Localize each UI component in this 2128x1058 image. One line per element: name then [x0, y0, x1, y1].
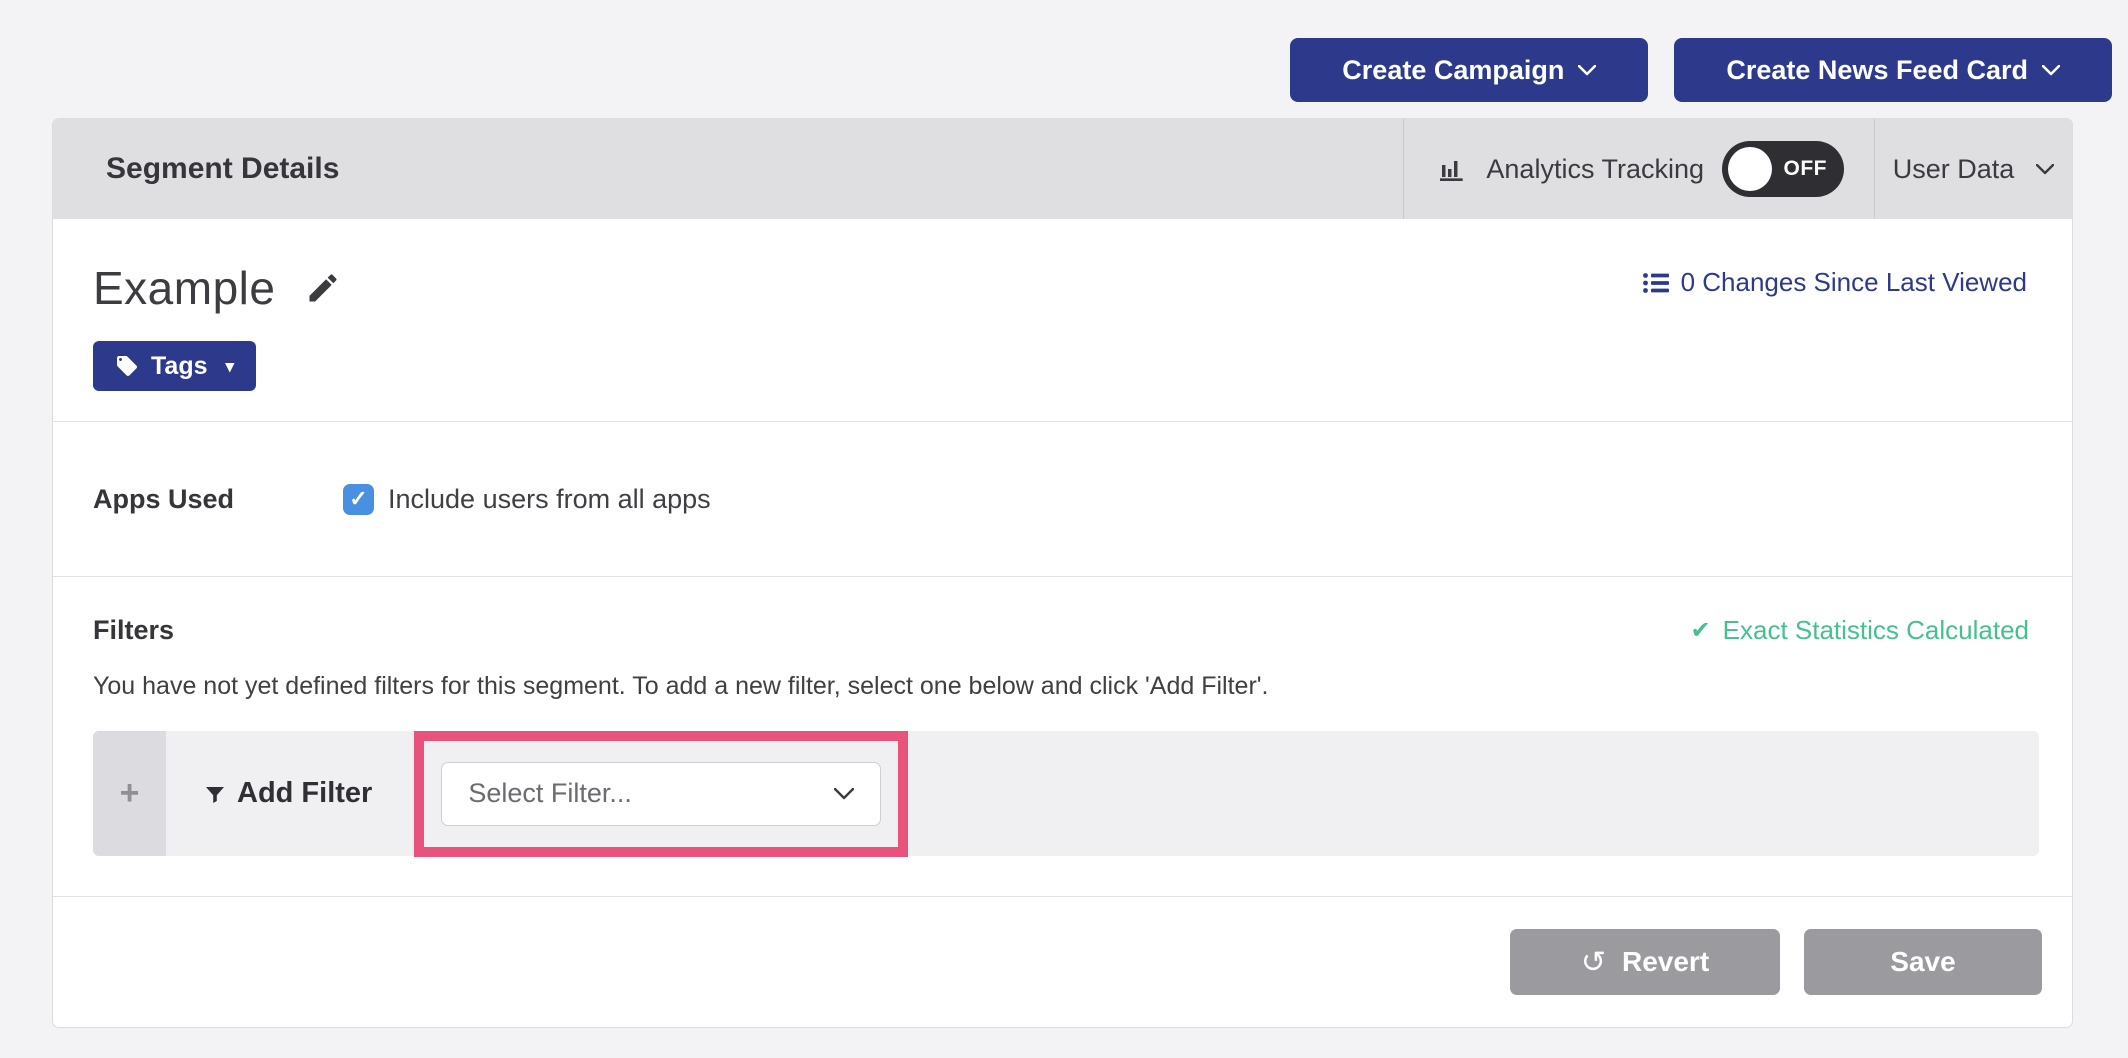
apps-used-label: Apps Used	[93, 484, 343, 515]
create-campaign-button[interactable]: Create Campaign	[1290, 38, 1648, 102]
save-button-label: Save	[1890, 946, 1955, 978]
filters-label: Filters	[93, 615, 174, 646]
segment-details-header: Segment Details Analytics Tracking OFF U…	[53, 119, 2072, 219]
changes-since-last-viewed-link[interactable]: 0 Changes Since Last Viewed	[1643, 267, 2027, 298]
checkbox-check-icon: ✓	[349, 486, 367, 512]
filters-header-row: Filters ✔ Exact Statistics Calculated	[93, 615, 2039, 646]
tags-button-label: Tags	[151, 352, 208, 381]
bar-chart-icon	[1436, 153, 1468, 185]
analytics-tracking-control[interactable]: Analytics Tracking OFF	[1403, 119, 1874, 219]
select-filter-placeholder: Select Filter...	[468, 778, 632, 809]
save-button[interactable]: Save	[1804, 929, 2042, 995]
analytics-tracking-label: Analytics Tracking	[1486, 154, 1704, 185]
top-action-bar: Create Campaign Create News Feed Card	[1290, 38, 2112, 102]
caret-down-icon: ▾	[226, 358, 235, 375]
segment-name: Example	[93, 261, 275, 315]
segment-title-section: Example 0 Changes Since Last Viewed Tags…	[53, 219, 2072, 421]
changes-link-label: 0 Changes Since Last Viewed	[1681, 267, 2027, 298]
segment-details-panel: Segment Details Analytics Tracking OFF U…	[52, 118, 2073, 1028]
exact-statistics-label: Exact Statistics Calculated	[1723, 615, 2029, 646]
chevron-down-icon	[1578, 65, 1596, 76]
include-all-apps-row[interactable]: ✓ Include users from all apps	[343, 484, 711, 515]
exact-statistics-status: ✔ Exact Statistics Calculated	[1691, 615, 2039, 646]
plus-icon: +	[120, 774, 140, 813]
user-data-dropdown[interactable]: User Data	[1874, 119, 2072, 219]
filter-funnel-icon	[203, 782, 227, 806]
analytics-tracking-toggle[interactable]: OFF	[1722, 141, 1844, 197]
chevron-down-icon	[834, 788, 854, 800]
add-filter-label-group: Add Filter	[203, 777, 372, 810]
user-data-label: User Data	[1893, 154, 2015, 185]
apps-used-section: Apps Used ✓ Include users from all apps	[53, 422, 2072, 576]
include-all-apps-label: Include users from all apps	[388, 484, 711, 515]
create-campaign-label: Create Campaign	[1342, 55, 1564, 86]
revert-button-label: Revert	[1622, 946, 1709, 978]
create-news-feed-card-button[interactable]: Create News Feed Card	[1674, 38, 2112, 102]
edit-name-button[interactable]	[305, 270, 341, 306]
filters-section: Filters ✔ Exact Statistics Calculated Yo…	[53, 577, 2072, 896]
filters-instructions: You have not yet defined filters for thi…	[93, 672, 2039, 701]
card-footer: ↺ Revert Save	[53, 897, 2072, 1027]
tag-icon	[115, 354, 139, 378]
chevron-down-icon	[2036, 164, 2054, 175]
chevron-down-icon	[2042, 65, 2060, 76]
include-all-apps-checkbox[interactable]: ✓	[343, 484, 374, 515]
pencil-icon	[305, 270, 341, 306]
page-title: Segment Details	[53, 119, 1403, 219]
toggle-state-label: OFF	[1784, 157, 1828, 181]
revert-icon: ↺	[1581, 945, 1606, 980]
list-icon	[1643, 272, 1669, 294]
add-filter-plus-button[interactable]: +	[93, 731, 166, 856]
select-filter-dropdown[interactable]: Select Filter...	[441, 762, 881, 826]
annotation-highlight-box: Select Filter...	[414, 731, 908, 857]
revert-button[interactable]: ↺ Revert	[1510, 929, 1780, 995]
create-news-feed-card-label: Create News Feed Card	[1726, 55, 2028, 86]
toggle-knob	[1728, 147, 1772, 191]
add-filter-row: + Add Filter Select Filter...	[93, 731, 2039, 856]
check-icon: ✔	[1691, 616, 1711, 645]
add-filter-label: Add Filter	[237, 777, 372, 810]
tags-button[interactable]: Tags ▾	[93, 341, 256, 391]
